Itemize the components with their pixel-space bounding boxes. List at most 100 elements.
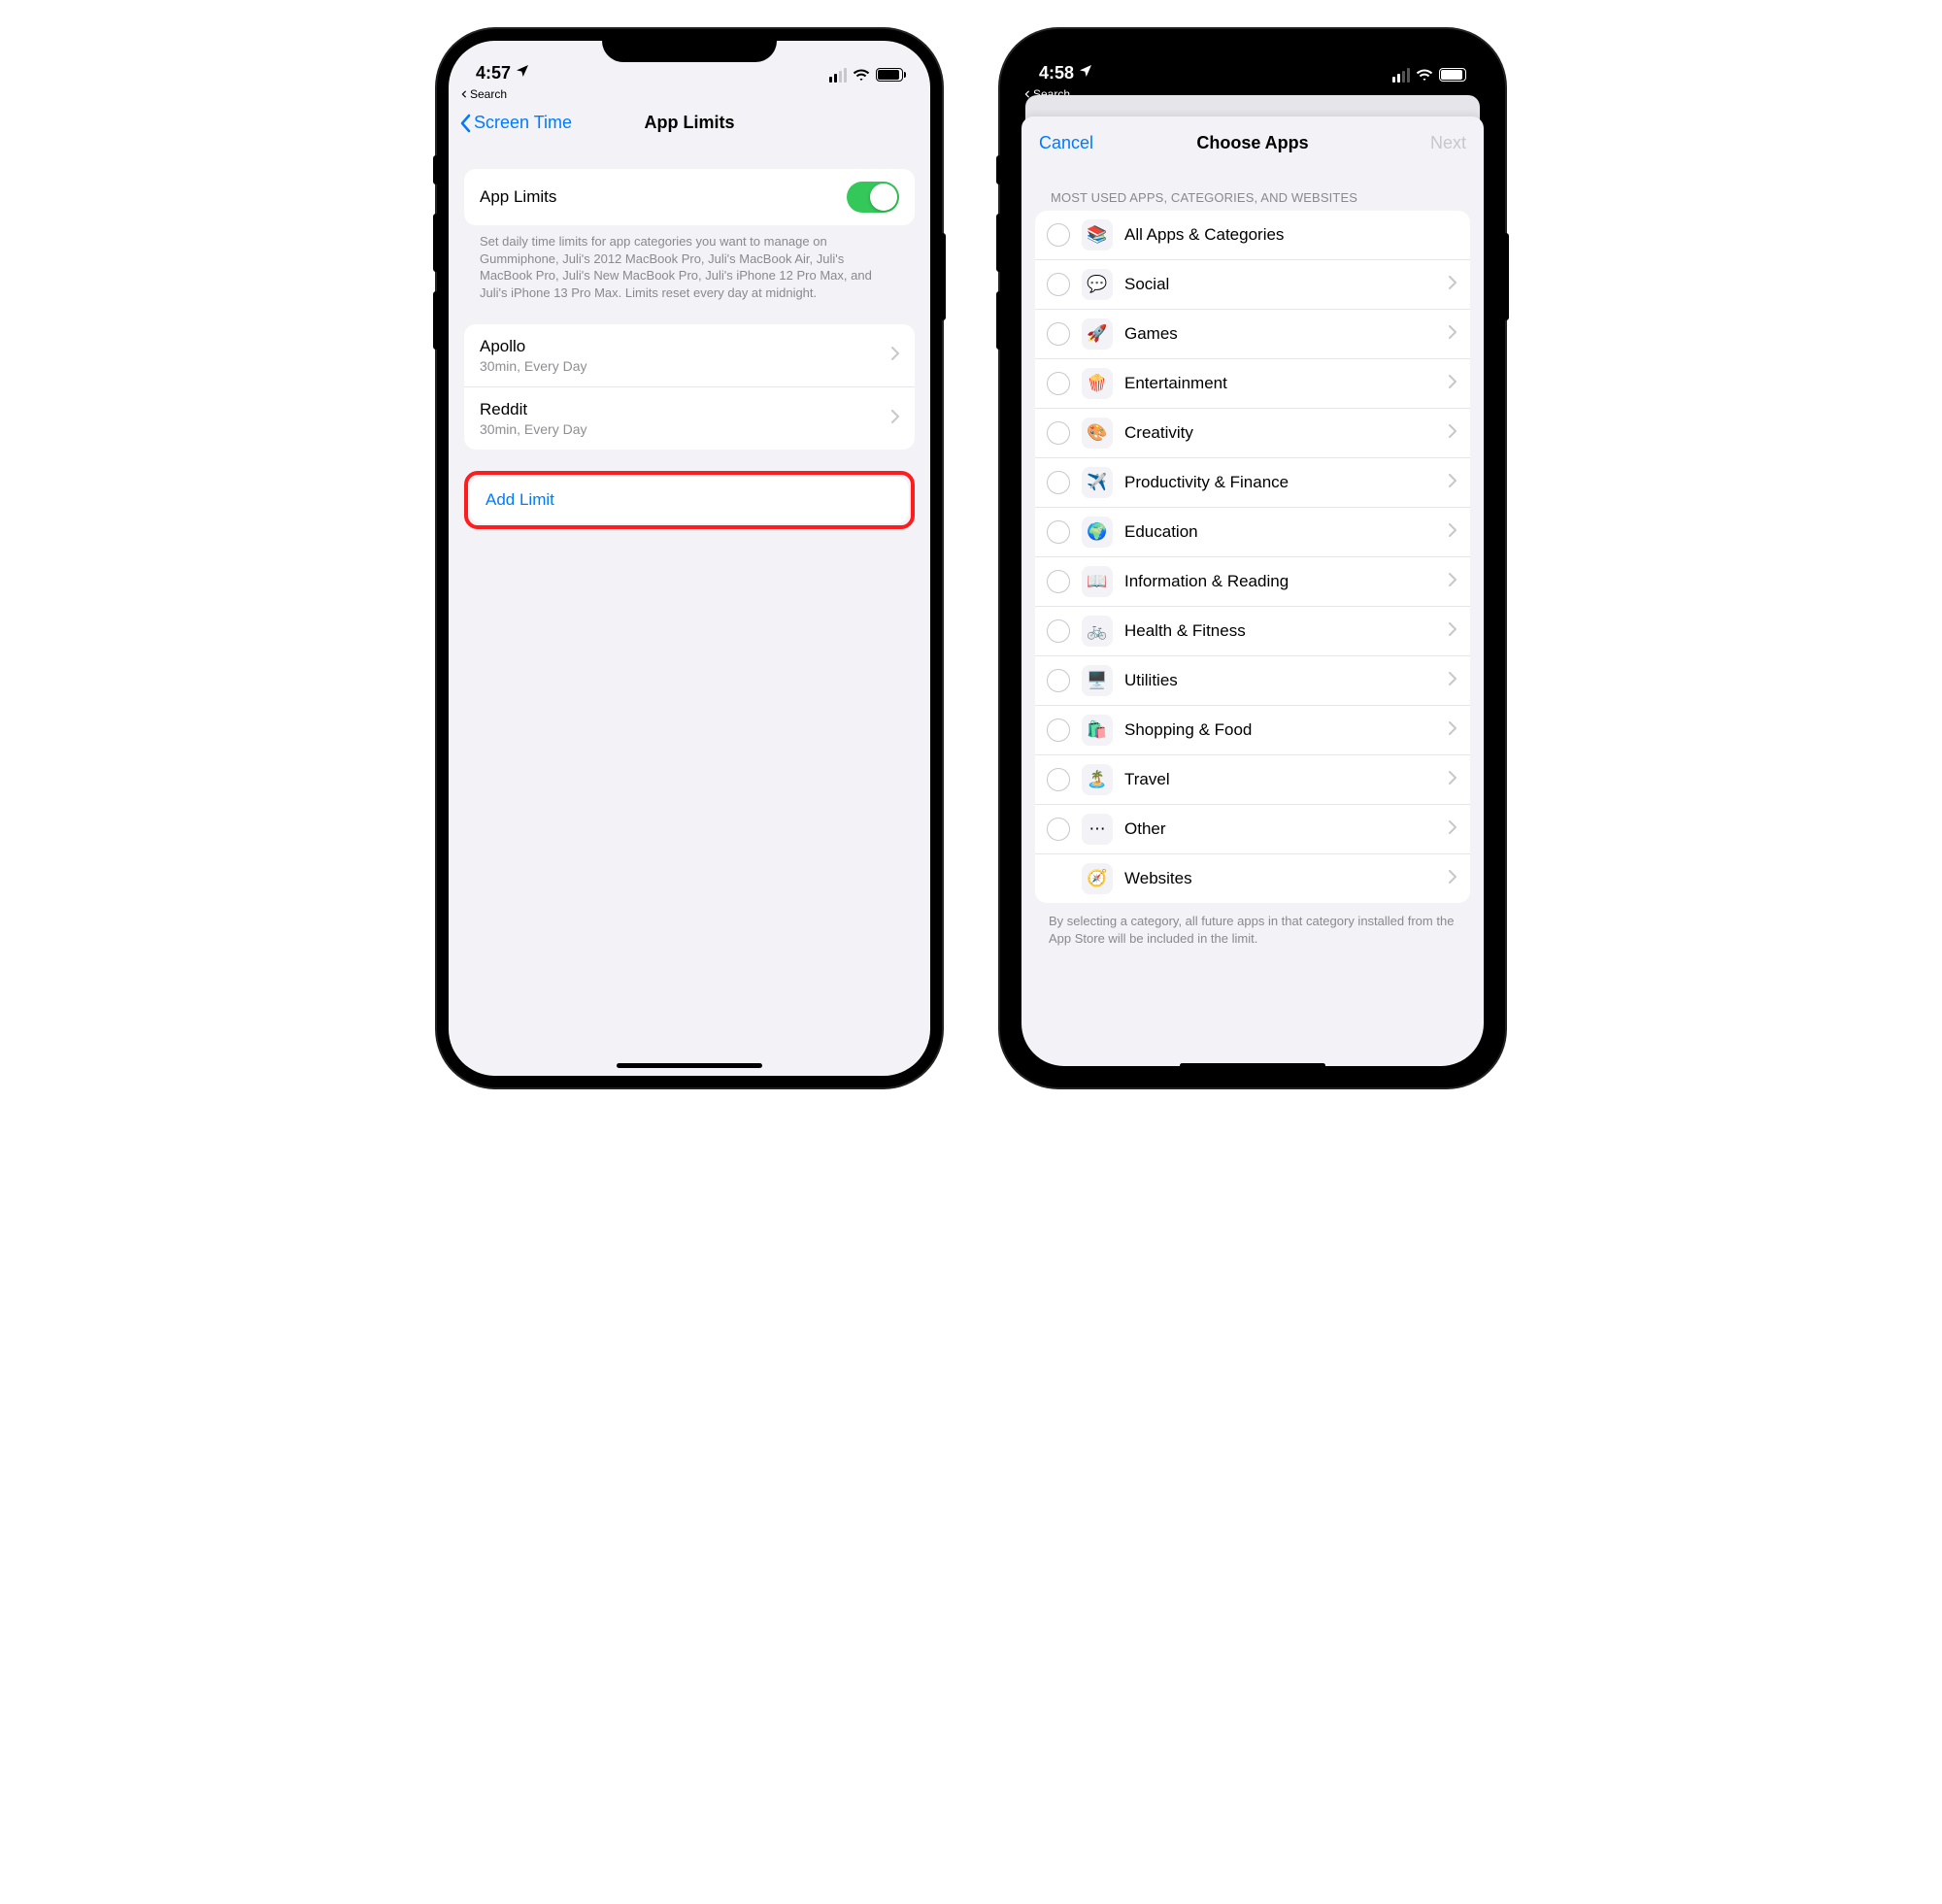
limit-detail: 30min, Every Day	[480, 421, 891, 437]
chevron-right-icon	[1449, 820, 1456, 839]
category-row[interactable]: 📚 All Apps & Categories	[1035, 211, 1470, 259]
radio-unchecked[interactable]	[1047, 718, 1070, 742]
radio-unchecked[interactable]	[1047, 421, 1070, 445]
category-row[interactable]: 📖 Information & Reading	[1035, 556, 1470, 606]
category-icon: ⋯	[1082, 814, 1113, 845]
category-label: Education	[1124, 522, 1437, 542]
back-label: Screen Time	[474, 113, 572, 133]
category-label: Utilities	[1124, 671, 1437, 690]
limit-detail: 30min, Every Day	[480, 358, 891, 374]
category-icon: 🌍	[1082, 517, 1113, 548]
radio-unchecked[interactable]	[1047, 322, 1070, 346]
category-label: Websites	[1124, 869, 1437, 888]
category-icon: 🚲	[1082, 616, 1113, 647]
footer-text: By selecting a category, all future apps…	[1035, 903, 1470, 970]
chevron-right-icon	[1449, 622, 1456, 641]
chevron-right-icon	[1449, 672, 1456, 690]
toggle-group: App Limits	[464, 169, 915, 225]
radio-unchecked[interactable]	[1047, 619, 1070, 643]
category-row[interactable]: 🎨 Creativity	[1035, 408, 1470, 457]
category-icon: 💬	[1082, 269, 1113, 300]
modal-navbar: Cancel Choose Apps Next	[1021, 117, 1484, 169]
radio-unchecked[interactable]	[1047, 223, 1070, 247]
chevron-right-icon	[1449, 573, 1456, 591]
status-bar: 4:58	[1012, 41, 1493, 85]
category-row[interactable]: 🌍 Education	[1035, 507, 1470, 556]
signal-icon	[829, 68, 847, 83]
radio-unchecked[interactable]	[1047, 471, 1070, 494]
limit-name: Reddit	[480, 400, 891, 419]
battery-icon	[1439, 68, 1466, 82]
radio-unchecked[interactable]	[1047, 818, 1070, 841]
radio-unchecked[interactable]	[1047, 669, 1070, 692]
category-label: Health & Fitness	[1124, 621, 1437, 641]
category-label: Shopping & Food	[1124, 720, 1437, 740]
category-row[interactable]: ✈️ Productivity & Finance	[1035, 457, 1470, 507]
category-label: Games	[1124, 324, 1437, 344]
category-row[interactable]: 🖥️ Utilities	[1035, 655, 1470, 705]
category-row[interactable]: 🚀 Games	[1035, 309, 1470, 358]
category-label: Creativity	[1124, 423, 1437, 443]
category-icon: 🛍️	[1082, 715, 1113, 746]
category-label: All Apps & Categories	[1124, 225, 1456, 245]
chevron-right-icon	[1449, 721, 1456, 740]
iphone-mock-left: 4:57 Search Screen Time App Lim	[437, 29, 942, 1087]
signal-icon	[1392, 68, 1410, 83]
category-icon: ✈️	[1082, 467, 1113, 498]
status-time: 4:57	[476, 63, 511, 84]
chevron-right-icon	[1449, 424, 1456, 443]
category-icon: 🍿	[1082, 368, 1113, 399]
app-limits-toggle-row[interactable]: App Limits	[464, 169, 915, 225]
radio-unchecked[interactable]	[1047, 570, 1070, 593]
category-row[interactable]: 🚲 Health & Fitness	[1035, 606, 1470, 655]
chevron-right-icon	[1449, 276, 1456, 294]
categories-group: 📚 All Apps & Categories 💬 Social 🚀 Games…	[1035, 211, 1470, 903]
chevron-right-icon	[1449, 325, 1456, 344]
radio-unchecked[interactable]	[1047, 273, 1070, 296]
chevron-right-icon	[1449, 375, 1456, 393]
chevron-right-icon	[1449, 771, 1456, 789]
chevron-right-icon	[891, 410, 899, 428]
home-indicator[interactable]	[1180, 1063, 1325, 1068]
back-button[interactable]: Screen Time	[458, 113, 572, 133]
category-icon: 📚	[1082, 219, 1113, 251]
breadcrumb[interactable]: Search	[449, 85, 930, 101]
category-row[interactable]: 💬 Social	[1035, 259, 1470, 309]
category-label: Entertainment	[1124, 374, 1437, 393]
radio-unchecked[interactable]	[1047, 768, 1070, 791]
navbar: Screen Time App Limits	[449, 101, 930, 146]
category-row[interactable]: 🏝️ Travel	[1035, 754, 1470, 804]
wifi-icon	[853, 66, 870, 84]
iphone-mock-right: 4:58 Search	[1000, 29, 1505, 1087]
category-row[interactable]: ⋯ Other	[1035, 804, 1470, 853]
limit-row[interactable]: Reddit 30min, Every Day	[464, 386, 915, 450]
radio-unchecked[interactable]	[1047, 372, 1070, 395]
breadcrumb-label: Search	[470, 87, 507, 101]
toggle-label: App Limits	[480, 187, 556, 207]
section-header: MOST USED APPS, CATEGORIES, AND WEBSITES	[1035, 169, 1470, 211]
category-row[interactable]: 🛍️ Shopping & Food	[1035, 705, 1470, 754]
chevron-right-icon	[1449, 523, 1456, 542]
category-icon: 🎨	[1082, 418, 1113, 449]
category-label: Other	[1124, 819, 1437, 839]
toggle-switch[interactable]	[847, 182, 899, 213]
category-icon: 🚀	[1082, 318, 1113, 350]
home-indicator[interactable]	[617, 1063, 762, 1068]
page-title: App Limits	[645, 113, 735, 133]
category-label: Productivity & Finance	[1124, 473, 1437, 492]
wifi-icon	[1416, 66, 1433, 84]
chevron-right-icon	[1449, 474, 1456, 492]
location-icon	[1078, 63, 1093, 84]
category-label: Travel	[1124, 770, 1437, 789]
limit-row[interactable]: Apollo 30min, Every Day	[464, 324, 915, 386]
chevron-right-icon	[891, 347, 899, 365]
cancel-button[interactable]: Cancel	[1039, 133, 1093, 153]
limits-group: Apollo 30min, Every Day Reddit 30min, Ev…	[464, 324, 915, 450]
category-row[interactable]: 🧭 Websites	[1035, 853, 1470, 903]
chevron-right-icon	[1449, 870, 1456, 888]
radio-unchecked[interactable]	[1047, 520, 1070, 544]
add-limit-button[interactable]: Add Limit	[470, 477, 909, 523]
category-row[interactable]: 🍿 Entertainment	[1035, 358, 1470, 408]
modal-title: Choose Apps	[1196, 133, 1308, 153]
next-button[interactable]: Next	[1430, 133, 1466, 153]
